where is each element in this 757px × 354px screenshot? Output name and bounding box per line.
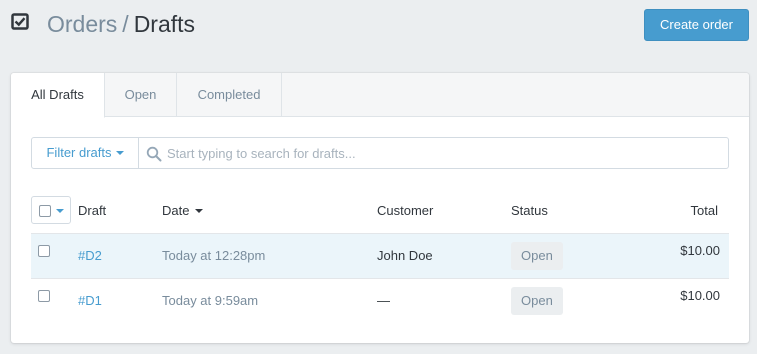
- breadcrumb-separator: /: [122, 11, 129, 37]
- breadcrumb: Orders / Drafts: [47, 9, 195, 39]
- draft-total: $10.00: [680, 243, 720, 258]
- draft-date: Today at 12:28pm: [162, 248, 266, 263]
- draft-total: $10.00: [680, 288, 720, 303]
- customer-name: —: [377, 293, 390, 308]
- column-header-customer: Customer: [377, 203, 434, 218]
- drafts-card: All Drafts Open Completed Filter drafts …: [11, 73, 749, 343]
- page-header: Orders / Drafts Create order: [0, 0, 757, 53]
- column-header-date[interactable]: Date: [162, 203, 204, 219]
- customer-name: John Doe: [377, 248, 433, 263]
- create-order-button[interactable]: Create order: [644, 9, 749, 41]
- checkbox-icon: [39, 205, 51, 217]
- tab-open[interactable]: Open: [105, 73, 177, 117]
- filter-drafts-button[interactable]: Filter drafts: [31, 137, 139, 169]
- row-checkbox[interactable]: [38, 290, 50, 302]
- column-header-total: Total: [690, 203, 718, 218]
- search-icon: [146, 146, 162, 162]
- row-checkbox[interactable]: [38, 245, 50, 257]
- draft-date: Today at 9:59am: [162, 293, 259, 308]
- column-header-date-label: Date: [162, 203, 190, 218]
- caret-down-icon: [56, 209, 64, 213]
- bulk-select-checkbox[interactable]: [31, 196, 71, 224]
- filter-drafts-label: Filter drafts: [46, 145, 112, 160]
- sort-desc-icon: [195, 208, 204, 213]
- search-input[interactable]: [167, 138, 722, 168]
- table-row[interactable]: #D2 Today at 12:28pm John Doe Open $10.0…: [31, 233, 729, 278]
- status-badge: Open: [511, 287, 563, 315]
- status-badge: Open: [511, 242, 563, 270]
- tab-bar: All Drafts Open Completed: [11, 73, 749, 118]
- draft-link[interactable]: #D2: [78, 248, 102, 264]
- column-header-draft: Draft: [78, 203, 107, 218]
- draft-link[interactable]: #D1: [78, 293, 102, 309]
- table-row[interactable]: #D1 Today at 9:59am — Open $10.00: [31, 278, 729, 323]
- search-box: [138, 137, 729, 169]
- tab-completed[interactable]: Completed: [177, 73, 282, 117]
- tab-all-drafts[interactable]: All Drafts: [11, 73, 105, 118]
- column-header-status: Status: [511, 203, 548, 218]
- page-title: Drafts: [133, 11, 196, 37]
- breadcrumb-orders-link[interactable]: Orders: [47, 11, 117, 37]
- checkbox-check-icon: [11, 13, 29, 30]
- caret-down-icon: [115, 150, 124, 155]
